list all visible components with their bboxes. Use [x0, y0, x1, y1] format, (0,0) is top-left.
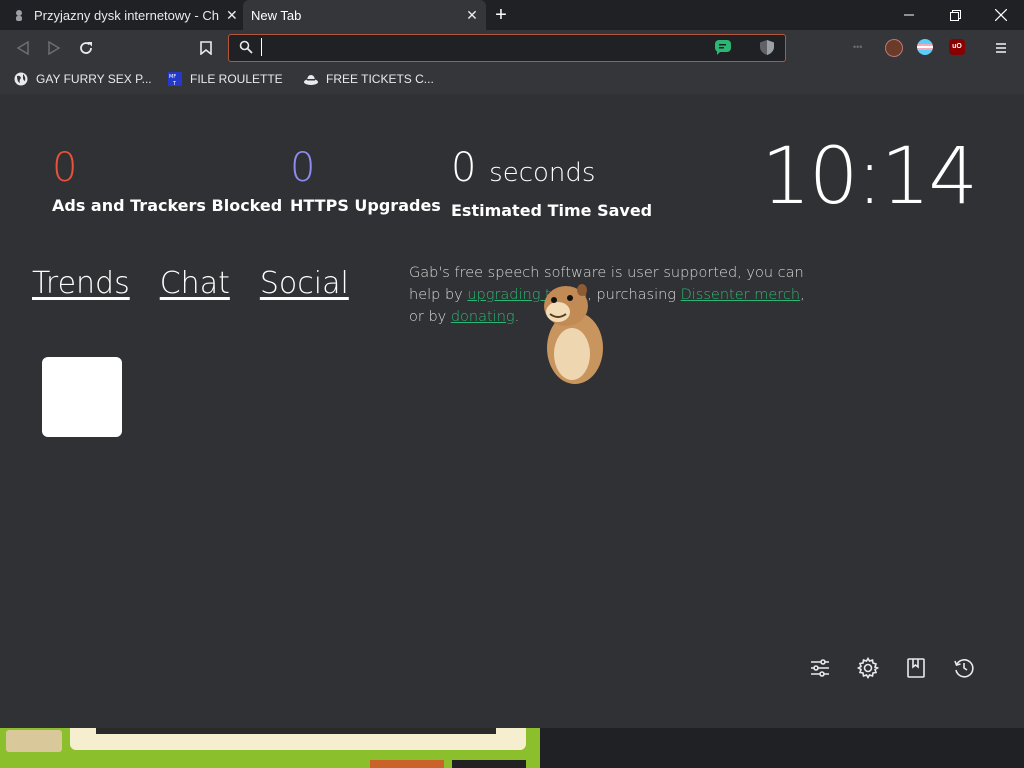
hat-icon: [304, 75, 318, 85]
menu-icon[interactable]: [994, 41, 1008, 60]
forward-icon[interactable]: [43, 38, 65, 58]
back-icon[interactable]: [12, 38, 34, 58]
close-tab-icon[interactable]: ✕: [226, 7, 238, 24]
tab-title: Przyjazny dysk internetowy - Ch: [34, 7, 219, 23]
stat-time-saved: 0 seconds Estimated Time Saved: [451, 144, 652, 220]
new-tab-page: 0 Ads and Trackers Blocked 0 HTTPS Upgra…: [0, 94, 1024, 728]
address-bar[interactable]: [228, 34, 786, 62]
bookmarks-bar: GAY FURRY SEX P... MF T FILE ROULETTE FRE…: [0, 66, 1024, 94]
tab-new-tab[interactable]: New Tab ✕: [243, 0, 486, 30]
nav-links: Trends Chat Social: [32, 266, 349, 301]
shield-icon[interactable]: [759, 39, 775, 61]
stat-label: Ads and Trackers Blocked: [52, 196, 283, 215]
bookmarks-icon[interactable]: [904, 656, 928, 680]
stat-value: 0: [52, 145, 78, 191]
link-chat[interactable]: Chat: [160, 266, 230, 301]
extension-icon[interactable]: •••: [853, 39, 869, 55]
address-input[interactable]: [261, 38, 702, 56]
bookmark-label: FREE TICKETS C...: [326, 72, 434, 86]
hamster-sticker: [544, 284, 603, 384]
bookmark-item[interactable]: FREE TICKETS C...: [304, 72, 434, 86]
mft-icon: MFT: [168, 72, 182, 86]
stat-ads-blocked: 0 Ads and Trackers Blocked: [52, 144, 282, 215]
flag-extension-icon[interactable]: [917, 39, 933, 55]
link-trends[interactable]: Trends: [32, 266, 130, 301]
link-social[interactable]: Social: [260, 266, 349, 301]
svg-text:MF: MF: [169, 74, 176, 80]
globe-icon: [14, 72, 28, 86]
bookmark-page-icon[interactable]: [195, 38, 217, 58]
stat-label: Estimated Time Saved: [451, 201, 653, 220]
ublock-icon[interactable]: uO: [949, 39, 965, 55]
tab-strip: Przyjazny dysk internetowy - Ch New Tab …: [0, 0, 1024, 30]
stat-value-row: 0 seconds: [451, 144, 652, 197]
reload-icon[interactable]: [75, 38, 97, 58]
history-icon[interactable]: [952, 656, 976, 680]
gab-comments-icon[interactable]: [714, 39, 732, 60]
settings-icon[interactable]: [856, 656, 880, 680]
close-tab-icon[interactable]: ✕: [462, 7, 482, 24]
bookmark-item[interactable]: MF T FILE ROULETTE: [168, 72, 283, 86]
stat-value: 0: [451, 145, 477, 191]
minimize-icon[interactable]: [886, 0, 932, 30]
toolbar: ••• uO: [0, 30, 1024, 66]
bookmark-label: FILE ROULETTE: [190, 72, 283, 86]
bookmark-item[interactable]: GAY FURRY SEX P...: [14, 72, 152, 86]
bookmark-label: GAY FURRY SEX P...: [36, 72, 152, 86]
restore-icon[interactable]: [932, 0, 978, 30]
clock: 10:14: [761, 132, 978, 222]
stat-https-upgrades: 0 HTTPS Upgrades: [290, 144, 441, 215]
customize-icon[interactable]: [808, 656, 832, 680]
background-window: [0, 728, 540, 768]
stat-unit: seconds: [489, 158, 596, 188]
avatar-extension-icon[interactable]: [885, 39, 903, 57]
stat-value: 0: [290, 145, 316, 191]
promo-text: .: [514, 309, 520, 325]
tab-przyjazny-dysk[interactable]: Przyjazny dysk internetowy - Ch: [0, 0, 246, 30]
link-donating[interactable]: donating: [451, 309, 515, 325]
stat-label: HTTPS Upgrades: [290, 196, 441, 215]
new-tab-button[interactable]: +: [490, 4, 512, 26]
top-site-tile[interactable]: [42, 357, 122, 437]
background-window-strip: [0, 728, 1024, 768]
tab-favicon-icon: [14, 9, 24, 21]
tab-title: New Tab: [251, 7, 302, 23]
link-dissenter-merch[interactable]: Dissenter merch: [681, 287, 800, 303]
close-window-icon[interactable]: [978, 0, 1024, 30]
search-icon: [239, 40, 253, 59]
